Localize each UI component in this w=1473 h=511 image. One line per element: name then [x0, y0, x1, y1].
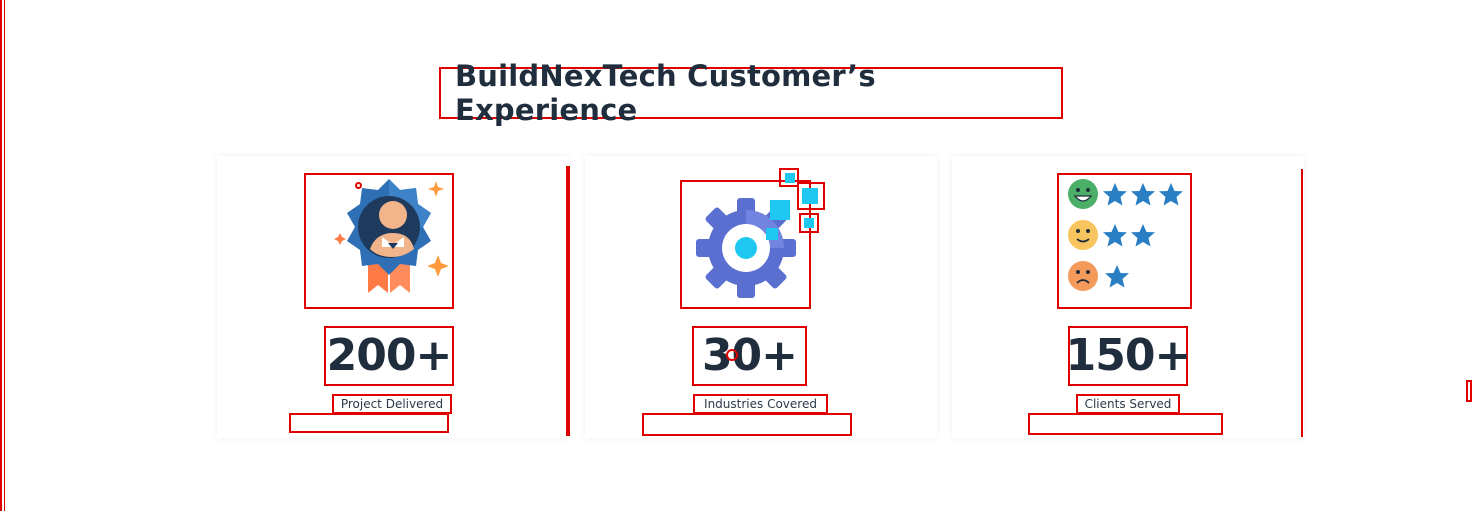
annotation-dot [726, 349, 738, 361]
section-title-box: BuildNexTech Customer’s Experience [439, 59, 1063, 127]
stat-value-projects: 200+ [326, 330, 453, 381]
stat-value-industries: 30+ [701, 330, 798, 381]
award-badge-icon [334, 179, 449, 293]
empty-region-projects [289, 413, 449, 433]
accent-square-box-right [797, 182, 825, 210]
stat-label-projects: Project Delivered [340, 397, 444, 411]
stat-label-box-industries: Industries Covered [693, 394, 828, 414]
page: BuildNexTech Customer’s Experience 200+ [0, 0, 1473, 511]
stat-value-clients: 150+ [1065, 330, 1192, 381]
section-title: BuildNexTech Customer’s Experience [455, 59, 876, 127]
accent-square-icon [785, 173, 795, 183]
left-edge-marker [0, 0, 5, 511]
accent-square-icon [804, 218, 814, 228]
annotation-dot [355, 182, 362, 189]
rating-stars-icon [1068, 179, 1183, 291]
stat-label-box-projects: Project Delivered [332, 394, 452, 414]
stat-label-industries: Industries Covered [704, 397, 817, 411]
stat-value-box-clients: 150+ [1065, 326, 1192, 386]
right-edge-marker [1466, 380, 1472, 402]
card-divider-3 [1301, 169, 1303, 437]
accent-square-box-bottom [799, 213, 819, 233]
accent-square-box-top [779, 168, 799, 187]
accent-square-icon [802, 188, 818, 204]
stat-value-box-projects: 200+ [324, 326, 454, 386]
stat-label-box-clients: Clients Served [1076, 394, 1180, 414]
rating-stars-icon-box [1057, 173, 1192, 309]
empty-region-clients [1028, 413, 1223, 435]
gear-icon-box [680, 180, 811, 309]
empty-region-industries [642, 413, 852, 436]
stat-value-box-industries: 30+ [692, 326, 807, 386]
award-badge-icon-box [304, 173, 454, 309]
card-divider-1 [566, 166, 570, 436]
gear-icon [696, 198, 796, 298]
stat-label-clients: Clients Served [1084, 397, 1172, 411]
